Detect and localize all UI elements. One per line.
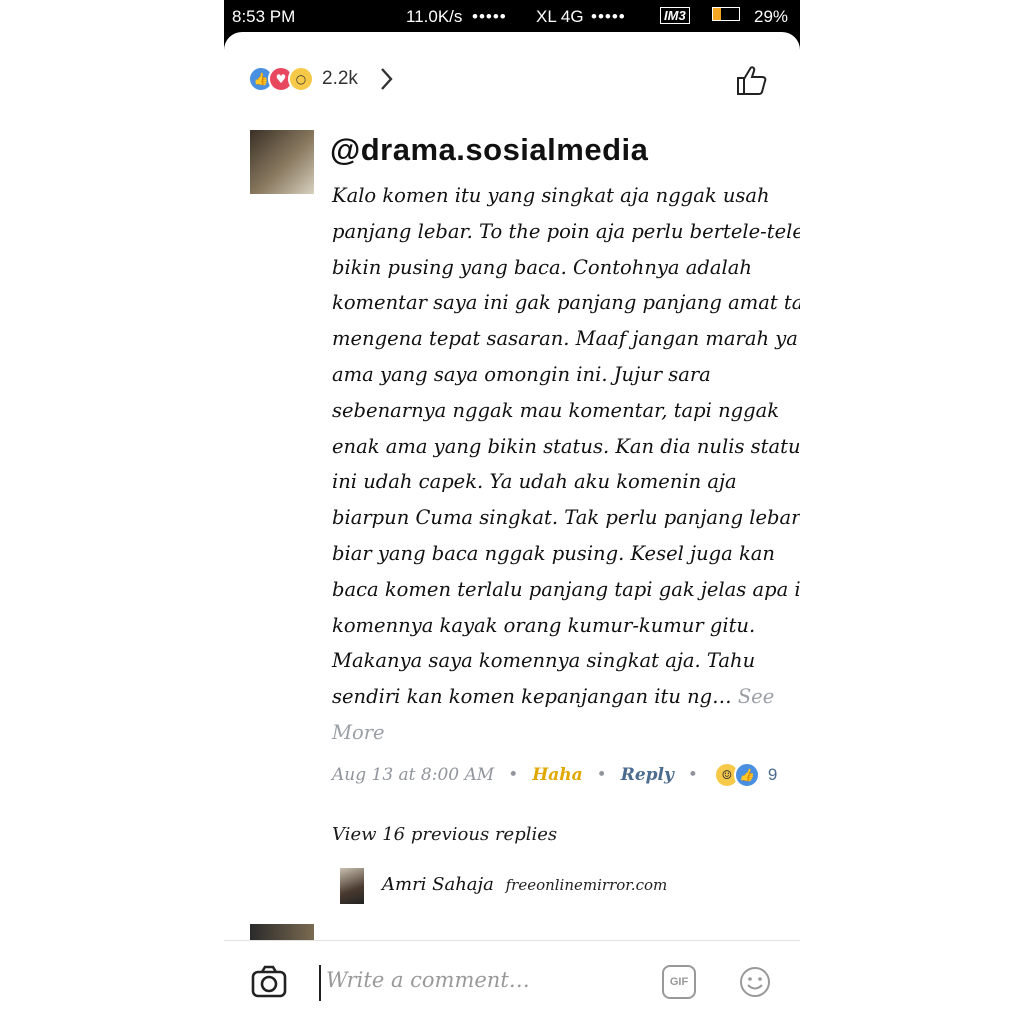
comment-line: enak ama yang bikin status. Kan dia nuli… [332,434,800,458]
separator-dot: • [508,765,519,785]
comment-line: biar yang baca nggak pusing. Kesel juga … [332,541,775,565]
comment-line: baca komen terlalu panjang tapi gak jela… [332,577,800,601]
like-icon: 👍 [733,762,760,788]
status-network-speed: 11.0K/s [406,7,463,26]
chevron-right-icon[interactable] [374,65,398,93]
comment-composer: GIF [224,940,800,1024]
battery-fill [713,8,721,20]
comment-reactions[interactable]: ☺ 👍 [713,762,760,788]
status-carrier: IM3 [660,7,690,24]
comment-line-truncated: sendiri kan komen kepanjangan itu ng… Se… [332,679,782,715]
status-bar: 8:53 PM 11.0K/s ••••• XL 4G ••••• IM3 29… [224,0,800,36]
text-cursor [319,965,321,1001]
separator-dot: • [596,765,607,785]
view-previous-replies-link[interactable]: View 16 previous replies [332,824,557,845]
sticker-smile-icon[interactable] [738,965,772,999]
reply-author-name[interactable]: Amri Sahaja [382,874,494,895]
comment-line: sebenarnya nggak mau komentar, tapi ngga… [332,398,780,422]
comment-body: Kalo komen itu yang singkat aja nggak us… [332,178,800,751]
comment-meta: Aug 13 at 8:00 AM • Haha • Reply • ☺ 👍 9 [332,762,777,788]
comment-line: ama yang saya omongin ini. Jujur sara [332,362,711,386]
phone-frame: 8:53 PM 11.0K/s ••••• XL 4G ••••• IM3 29… [224,0,800,1024]
haha-reaction-button[interactable]: Haha [532,765,582,785]
gif-button[interactable]: GIF [662,965,696,999]
see-more-link[interactable]: See [738,685,774,708]
comment-line: bikin pusing yang baca. Contohnya adalah [332,255,752,279]
status-network-type: XL 4G [536,7,584,26]
comment-input[interactable] [324,967,628,993]
reaction-count: 2.2k [322,68,358,89]
comment-line: komennya kayak orang kumur-kumur gitu. [332,613,756,637]
status-time: 8:53 PM [232,7,296,26]
comment-thread-screen: 👍 ♥ ○ 2.2k @drama.sosialmedia Kalo komen… [224,32,800,1024]
see-more-link-continued[interactable]: More [332,715,782,751]
comment-last-line: sendiri kan komen kepanjangan itu ng… [332,685,732,709]
comment-line: biarpun Cuma singkat. Tak perlu panjang … [332,506,800,530]
wow-icon: ○ [288,66,314,92]
camera-icon[interactable] [250,963,288,1001]
battery-percent: 29% [754,7,789,26]
comment-line: komentar saya ini gak panjang panjang am… [332,291,800,315]
reply-preview[interactable]: Amri Sahaja freeonlinemirror.com [382,874,667,895]
comment-reaction-count[interactable]: 9 [768,765,777,785]
comment-line: ini udah capek. Ya udah aku komenin aja [332,470,737,494]
comment-line: mengena tepat sasaran. Maaf jangan marah… [332,327,798,351]
comment-line: Makanya saya komennya singkat aja. Tahu [332,649,756,673]
commenter-avatar[interactable] [250,130,314,194]
comment-line: Kalo komen itu yang singkat aja nggak us… [332,184,770,207]
battery-icon [712,7,740,21]
like-button-icon[interactable] [734,62,770,98]
comment-line: panjang lebar. To the poin aja perlu ber… [332,219,800,243]
signal-strength-2: ••••• [591,7,626,26]
signal-strength-1: ••••• [472,7,507,26]
reply-button[interactable]: Reply [621,765,674,785]
reply-author-avatar[interactable] [340,868,364,904]
commenter-handle[interactable]: @drama.sosialmedia [330,132,648,168]
reaction-summary[interactable]: 👍 ♥ ○ 2.2k [248,64,398,94]
comment-timestamp[interactable]: Aug 13 at 8:00 AM [332,765,494,785]
separator-dot: • [687,765,698,785]
reply-source: freeonlinemirror.com [505,876,668,894]
